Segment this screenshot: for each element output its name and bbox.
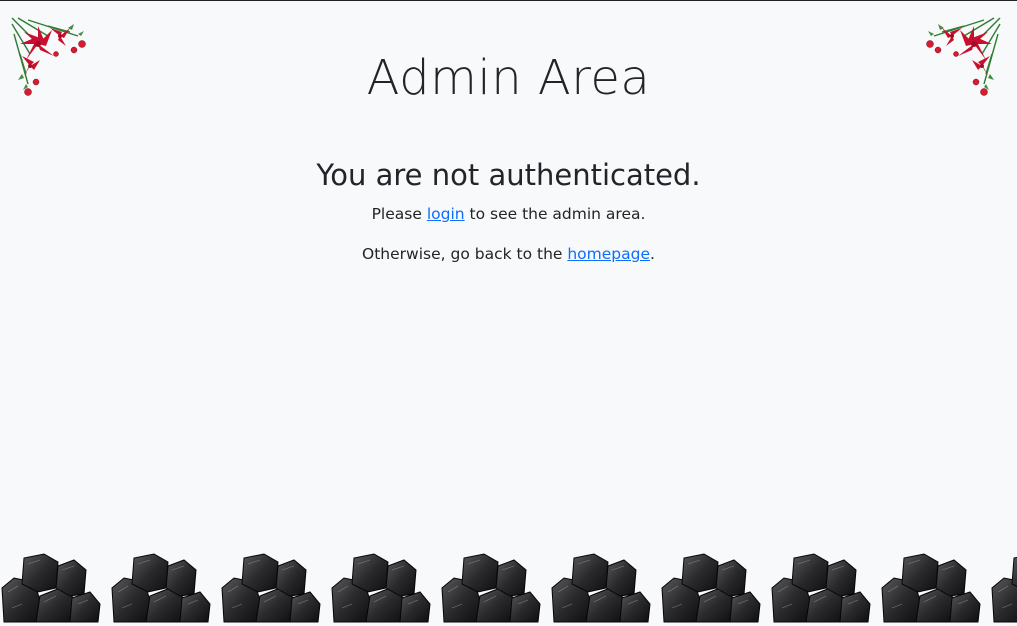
login-prompt-prefix: Please [371,205,427,223]
coal-footer-border [0,548,1017,626]
coal-lump-icon [221,553,321,623]
coal-lump-icon [551,553,651,623]
coal-lump-icon [1,553,101,623]
coal-lump-icon [331,553,431,623]
login-link[interactable]: login [427,205,465,223]
coal-lump-icon [771,553,871,623]
homepage-prompt-text: Otherwise, go back to the homepage. [0,245,1017,263]
coal-lump-icon [661,553,761,623]
homepage-prompt-suffix: . [650,245,655,263]
page-title: Admin Area [366,50,651,106]
coal-lump-icon [991,556,1017,623]
homepage-link[interactable]: homepage [567,245,650,263]
auth-status-heading: You are not authenticated. [316,158,701,192]
login-prompt-suffix: to see the admin area. [464,205,646,223]
homepage-prompt-prefix: Otherwise, go back to the [362,245,568,263]
coal-lump-icon [881,553,981,623]
admin-page: Admin Area You are not authenticated. Pl… [0,0,1017,626]
top-border [0,0,1017,1]
coal-lump-icon [111,553,211,623]
coal-lump-icon [441,553,541,623]
login-prompt-text: Please login to see the admin area. [0,205,1017,223]
